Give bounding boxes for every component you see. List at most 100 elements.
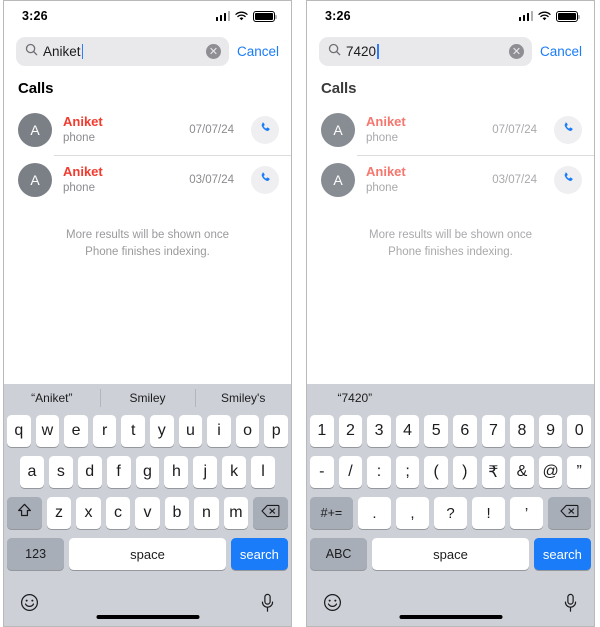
key-9[interactable]: 9 — [538, 415, 563, 447]
key-comma[interactable]: , — [395, 497, 429, 529]
shift-icon — [16, 502, 33, 524]
home-indicator[interactable] — [399, 614, 502, 619]
key-j[interactable]: j — [193, 456, 218, 488]
shift-key[interactable] — [7, 497, 42, 529]
contact-name: Aniket — [63, 114, 103, 130]
key-1[interactable]: 1 — [310, 415, 334, 447]
call-result-row[interactable]: A Aniket phone 07/07/24 — [4, 105, 291, 155]
prediction-candidate[interactable]: “7420” — [307, 384, 403, 412]
key-f[interactable]: f — [106, 456, 131, 488]
space-key[interactable]: space — [69, 538, 226, 570]
key-g[interactable]: g — [135, 456, 160, 488]
key-p[interactable]: p — [264, 415, 288, 447]
delete-key[interactable] — [548, 497, 592, 529]
emoji-icon[interactable] — [323, 593, 342, 612]
call-details: Aniket phone — [366, 114, 481, 145]
key-l[interactable]: l — [251, 456, 276, 488]
call-back-button[interactable] — [251, 116, 279, 144]
key-r[interactable]: r — [92, 415, 117, 447]
key-3[interactable]: 3 — [367, 415, 391, 447]
key-i[interactable]: i — [207, 415, 231, 447]
battery-icon — [253, 10, 278, 22]
key-v[interactable]: v — [135, 497, 160, 529]
prediction-candidate[interactable]: “Aniket” — [4, 384, 100, 412]
contact-label: phone — [63, 181, 95, 194]
key-n[interactable]: n — [194, 497, 219, 529]
home-indicator[interactable] — [96, 614, 199, 619]
prediction-candidate[interactable]: Smiley's — [195, 384, 291, 412]
key-k[interactable]: k — [222, 456, 247, 488]
key-rupee[interactable]: ₹ — [481, 456, 506, 488]
space-key[interactable]: space — [372, 538, 529, 570]
clear-search-button[interactable]: ✕ — [508, 44, 524, 59]
key-z[interactable]: z — [46, 497, 72, 529]
key-t[interactable]: t — [121, 415, 145, 447]
key-quote[interactable]: ” — [567, 456, 591, 488]
key-5[interactable]: 5 — [424, 415, 448, 447]
key-6[interactable]: 6 — [453, 415, 477, 447]
key-question[interactable]: ? — [433, 497, 468, 529]
key-o[interactable]: o — [235, 415, 260, 447]
more-symbols-key[interactable]: #+= — [309, 497, 353, 529]
key-colon[interactable]: : — [367, 456, 391, 488]
key-at[interactable]: @ — [538, 456, 563, 488]
status-bar: 3:26 — [4, 1, 291, 31]
key-0[interactable]: 0 — [567, 415, 591, 447]
predictive-bar: “Aniket” Smiley Smiley's — [4, 384, 291, 412]
key-period[interactable]: . — [357, 497, 391, 529]
clear-search-button[interactable]: ✕ — [205, 44, 221, 59]
key-h[interactable]: h — [164, 456, 189, 488]
key-8[interactable]: 8 — [510, 415, 534, 447]
alphabetic-mode-key[interactable]: ABC — [310, 538, 368, 570]
microphone-icon[interactable] — [260, 593, 275, 613]
text-caret — [81, 44, 84, 59]
key-close-paren[interactable]: ) — [453, 456, 477, 488]
key-d[interactable]: d — [77, 456, 102, 488]
section-title-calls: Calls — [18, 80, 54, 97]
key-s[interactable]: s — [48, 456, 73, 488]
key-a[interactable]: a — [20, 456, 44, 488]
key-apostrophe[interactable]: ’ — [510, 497, 544, 529]
key-slash[interactable]: / — [338, 456, 363, 488]
key-4[interactable]: 4 — [395, 415, 420, 447]
call-back-button[interactable] — [251, 166, 279, 194]
key-b[interactable]: b — [164, 497, 190, 529]
key-w[interactable]: w — [35, 415, 60, 447]
key-2[interactable]: 2 — [338, 415, 363, 447]
delete-key[interactable] — [253, 497, 288, 529]
search-key[interactable]: search — [230, 538, 289, 570]
search-query-value: Aniket — [43, 44, 81, 59]
key-q[interactable]: q — [7, 415, 31, 447]
key-e[interactable]: e — [64, 415, 88, 447]
contact-label: phone — [366, 131, 398, 144]
emoji-icon[interactable] — [20, 593, 39, 612]
search-input[interactable]: 7420 ✕ — [319, 37, 532, 66]
key-7[interactable]: 7 — [481, 415, 506, 447]
key-ampersand[interactable]: & — [510, 456, 534, 488]
call-result-row[interactable]: A Aniket phone 03/07/24 — [307, 155, 594, 205]
key-m[interactable]: m — [223, 497, 249, 529]
contact-name: Aniket — [366, 114, 406, 130]
key-open-paren[interactable]: ( — [424, 456, 448, 488]
cancel-button[interactable]: Cancel — [540, 44, 584, 59]
screenshot-pair: 3:26 Aniket ✕ Cancel Calls A Aniket phon… — [0, 0, 600, 627]
call-back-button[interactable] — [554, 166, 582, 194]
cancel-button[interactable]: Cancel — [237, 44, 281, 59]
call-back-button[interactable] — [554, 116, 582, 144]
key-y[interactable]: y — [150, 415, 174, 447]
key-hyphen[interactable]: - — [310, 456, 334, 488]
numeric-mode-key[interactable]: 123 — [7, 538, 65, 570]
phone-screenshot-left: 3:26 Aniket ✕ Cancel Calls A Aniket phon… — [3, 0, 292, 627]
key-semicolon[interactable]: ; — [395, 456, 420, 488]
search-input[interactable]: Aniket ✕ — [16, 37, 229, 66]
prediction-candidate[interactable]: Smiley — [99, 384, 196, 412]
key-exclamation[interactable]: ! — [472, 497, 506, 529]
search-key[interactable]: search — [533, 538, 592, 570]
key-u[interactable]: u — [178, 415, 203, 447]
call-result-row[interactable]: A Aniket phone 03/07/24 — [4, 155, 291, 205]
phone-icon — [562, 121, 575, 139]
call-result-row[interactable]: A Aniket phone 07/07/24 — [307, 105, 594, 155]
key-c[interactable]: c — [105, 497, 131, 529]
microphone-icon[interactable] — [563, 593, 578, 613]
key-x[interactable]: x — [76, 497, 101, 529]
